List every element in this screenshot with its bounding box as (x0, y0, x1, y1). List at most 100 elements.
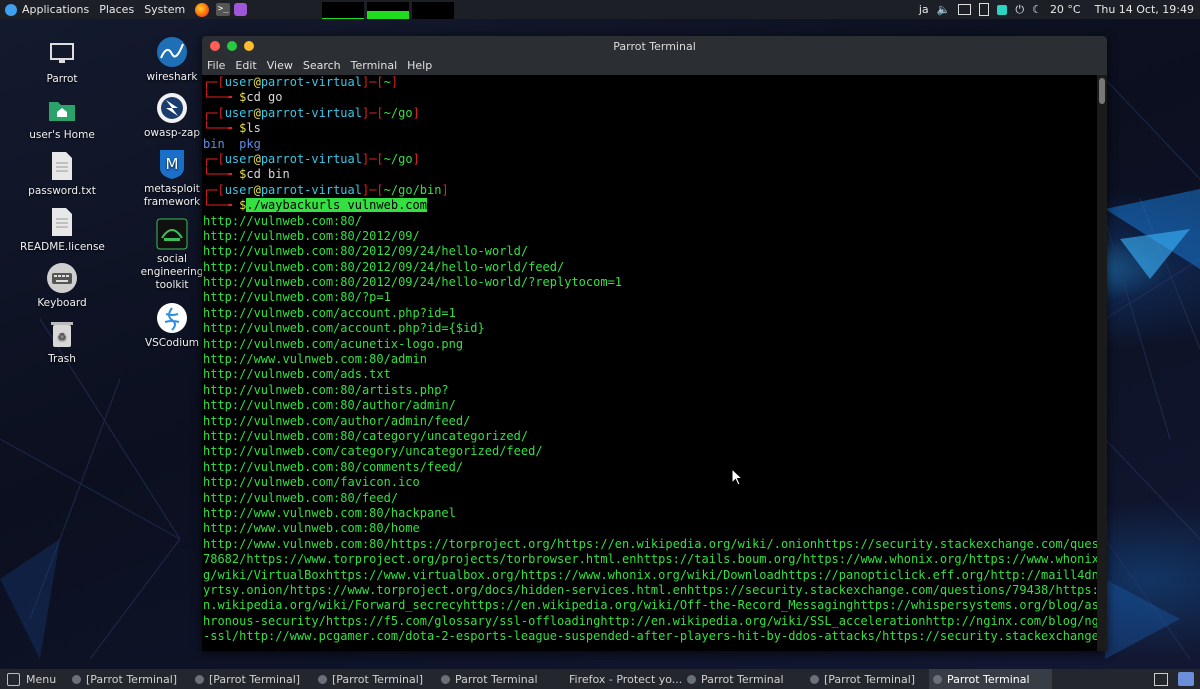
wireshark-icon (156, 36, 188, 68)
taskbar-window-item[interactable]: [Parrot Terminal] (806, 669, 929, 689)
terminal-scrollbar-thumb[interactable] (1099, 78, 1105, 104)
desktop-icon-parrot[interactable]: Parrot (20, 38, 104, 86)
system-menu[interactable]: System (139, 0, 190, 19)
output-line: http://www.vulnweb.com:80/home (203, 521, 420, 536)
terminal-icon (318, 674, 327, 684)
output-line: http://vulnweb.com/category/uncategorize… (203, 444, 543, 459)
taskbar-item-label: Parrot Terminal (455, 672, 538, 686)
menu-terminal[interactable]: Terminal (346, 59, 403, 72)
output-line: http://vulnweb.com:80/2012/09/ (203, 228, 420, 243)
text-editor-icon (234, 3, 248, 16)
output-line: n.wikipedia.org/wiki/Forward_secrecyhttp… (203, 598, 1097, 613)
output-line: http://vulnweb.com/acunetix-logo.png (203, 336, 464, 351)
show-desktop-icon[interactable] (1178, 672, 1194, 686)
output-line: g/wiki/VirtualBoxhttps://www.virtualbox.… (203, 567, 1097, 582)
terminal-icon (195, 674, 204, 684)
taskbar-window-item[interactable]: [Parrot Terminal] (314, 669, 437, 689)
menu-edit[interactable]: Edit (230, 59, 261, 72)
desktop-icon-password-txt[interactable]: password.txt (20, 150, 104, 198)
desktop-icon-keyboard[interactable]: Keyboard (20, 262, 104, 310)
weather-temp: 20 °C (1049, 3, 1081, 16)
output-line: http://vulnweb.com:80/feed/ (203, 490, 399, 505)
terminal-icon (810, 674, 819, 684)
output-line: -ssl/http://www.pcgamer.com/dota-2-espor… (203, 629, 1097, 644)
keyboard-layout[interactable]: ja (919, 3, 929, 16)
clock[interactable]: Thu 14 Oct, 19:49 (1095, 3, 1194, 16)
svg-text:♻: ♻ (58, 332, 67, 343)
output-line: http://vulnweb.com:80/2012/09/24/hello-w… (203, 259, 565, 274)
volume-icon[interactable]: 🔈 (937, 3, 951, 16)
firefox-launcher[interactable] (190, 0, 214, 19)
battery-icon[interactable] (979, 3, 990, 16)
window-list: [Parrot Terminal] [Parrot Terminal] [Parro… (68, 669, 1052, 689)
taskbar-window-item[interactable]: [Parrot Terminal] (191, 669, 314, 689)
taskbar-window-item[interactable]: Firefox - Protect yo... (560, 669, 683, 689)
desktop-icon-label: Parrot (46, 73, 78, 85)
zap-icon (156, 92, 188, 124)
terminal-titlebar[interactable]: Parrot Terminal (202, 36, 1107, 56)
menu-button[interactable]: Menu (0, 669, 68, 689)
terminal-output[interactable]: ┌─[user@parrot-virtual]─[~] └──╼ $cd go … (202, 75, 1097, 651)
output-line: http://vulnweb.com:80/ (203, 213, 362, 228)
desktop-icon-readme[interactable]: README.license (20, 206, 105, 254)
desktop-icon-label: Trash (48, 353, 76, 365)
svg-text:M: M (166, 155, 179, 173)
mouse-cursor-icon (731, 468, 743, 486)
output-line: http://vulnweb.com/account.php?id=1 (203, 305, 456, 320)
set-icon (156, 218, 188, 250)
output-line: http://vulnweb.com:80/category/uncategor… (203, 428, 529, 443)
command-line: └──╼ $cd go (203, 90, 283, 105)
network-icon[interactable] (997, 4, 1008, 15)
power-icon[interactable]: ⏻ (1015, 3, 1024, 17)
places-label: Places (99, 3, 135, 16)
bottom-taskbar: Menu [Parrot Terminal] [Parrot Terminal][… (0, 669, 1200, 689)
desktop-icon-label: Keyboard (37, 297, 87, 309)
editor-launcher[interactable] (232, 0, 249, 19)
taskbar-item-label: [Parrot Terminal] (86, 672, 178, 686)
ls-output-line: bin pkg (203, 136, 261, 151)
prompt-line: ┌─[user@parrot-virtual]─[~/go/bin] (203, 182, 449, 197)
places-menu[interactable]: Places (94, 0, 139, 19)
output-line: yrtsy.onion/https://www.torproject.org/d… (203, 582, 1097, 597)
desktop-icon-label: user's Home (29, 129, 95, 141)
taskbar-item-label: Parrot Terminal (947, 672, 1030, 686)
terminal-launcher[interactable]: >_ (214, 0, 232, 19)
taskbar-window-item[interactable]: Parrot Terminal (437, 669, 560, 689)
cpu-graph (322, 2, 365, 19)
home-folder-icon (46, 94, 78, 126)
system-monitor-graphs (319, 0, 455, 19)
desktop-icon-home[interactable]: user's Home (20, 94, 104, 142)
tray: ja 🔈 ⏻ ☾ 20 °C Thu 14 Oct, 19:49 (919, 0, 1200, 19)
prompt-line: ┌─[user@parrot-virtual]─[~/go] (203, 151, 420, 166)
menu-view[interactable]: View (262, 59, 298, 72)
terminal-window[interactable]: Parrot Terminal File Edit View Search Te… (202, 36, 1107, 651)
text-file-icon (46, 150, 78, 182)
terminal-icon (441, 674, 450, 684)
taskbar-window-item[interactable]: Parrot Terminal (683, 669, 806, 689)
menu-file[interactable]: File (202, 59, 230, 72)
prompt-line: ┌─[user@parrot-virtual]─[~] (203, 75, 399, 89)
menu-label: Menu (26, 672, 57, 686)
top-panel: Applications Places System >_ ja 🔈 ⏻ ☾ 2… (0, 0, 1200, 19)
prompt-line: ┌─[user@parrot-virtual]─[~/go] (203, 105, 420, 120)
output-line: http://vulnweb.com:80/2012/09/24/hello-w… (203, 275, 623, 290)
taskbar-window-item[interactable]: Parrot Terminal (929, 669, 1052, 689)
desktop-icon-trash[interactable]: ♻ Trash (20, 318, 104, 366)
output-line: http://vulnweb.com:80/comments/feed/ (203, 459, 464, 474)
applications-menu[interactable]: Applications (0, 0, 94, 19)
firefox-icon (195, 2, 210, 17)
taskbar-window-item[interactable]: [Parrot Terminal] (68, 669, 191, 689)
trash-icon: ♻ (46, 318, 78, 350)
command-line: └──╼ $ls (203, 121, 261, 136)
taskbar-item-label: Firefox - Protect yo... (569, 672, 683, 686)
output-line: http://vulnweb.com:80/author/admin/ (203, 398, 456, 413)
display-icon[interactable] (958, 4, 972, 15)
terminal-scrollbar[interactable] (1097, 75, 1107, 651)
workspace-switcher-icon[interactable] (1154, 672, 1168, 686)
menu-search[interactable]: Search (298, 59, 346, 72)
system-label: System (144, 3, 186, 16)
terminal-icon: >_ (216, 3, 231, 16)
monitor-icon (46, 38, 78, 70)
menu-help[interactable]: Help (402, 59, 437, 72)
terminal-icon (687, 674, 696, 684)
